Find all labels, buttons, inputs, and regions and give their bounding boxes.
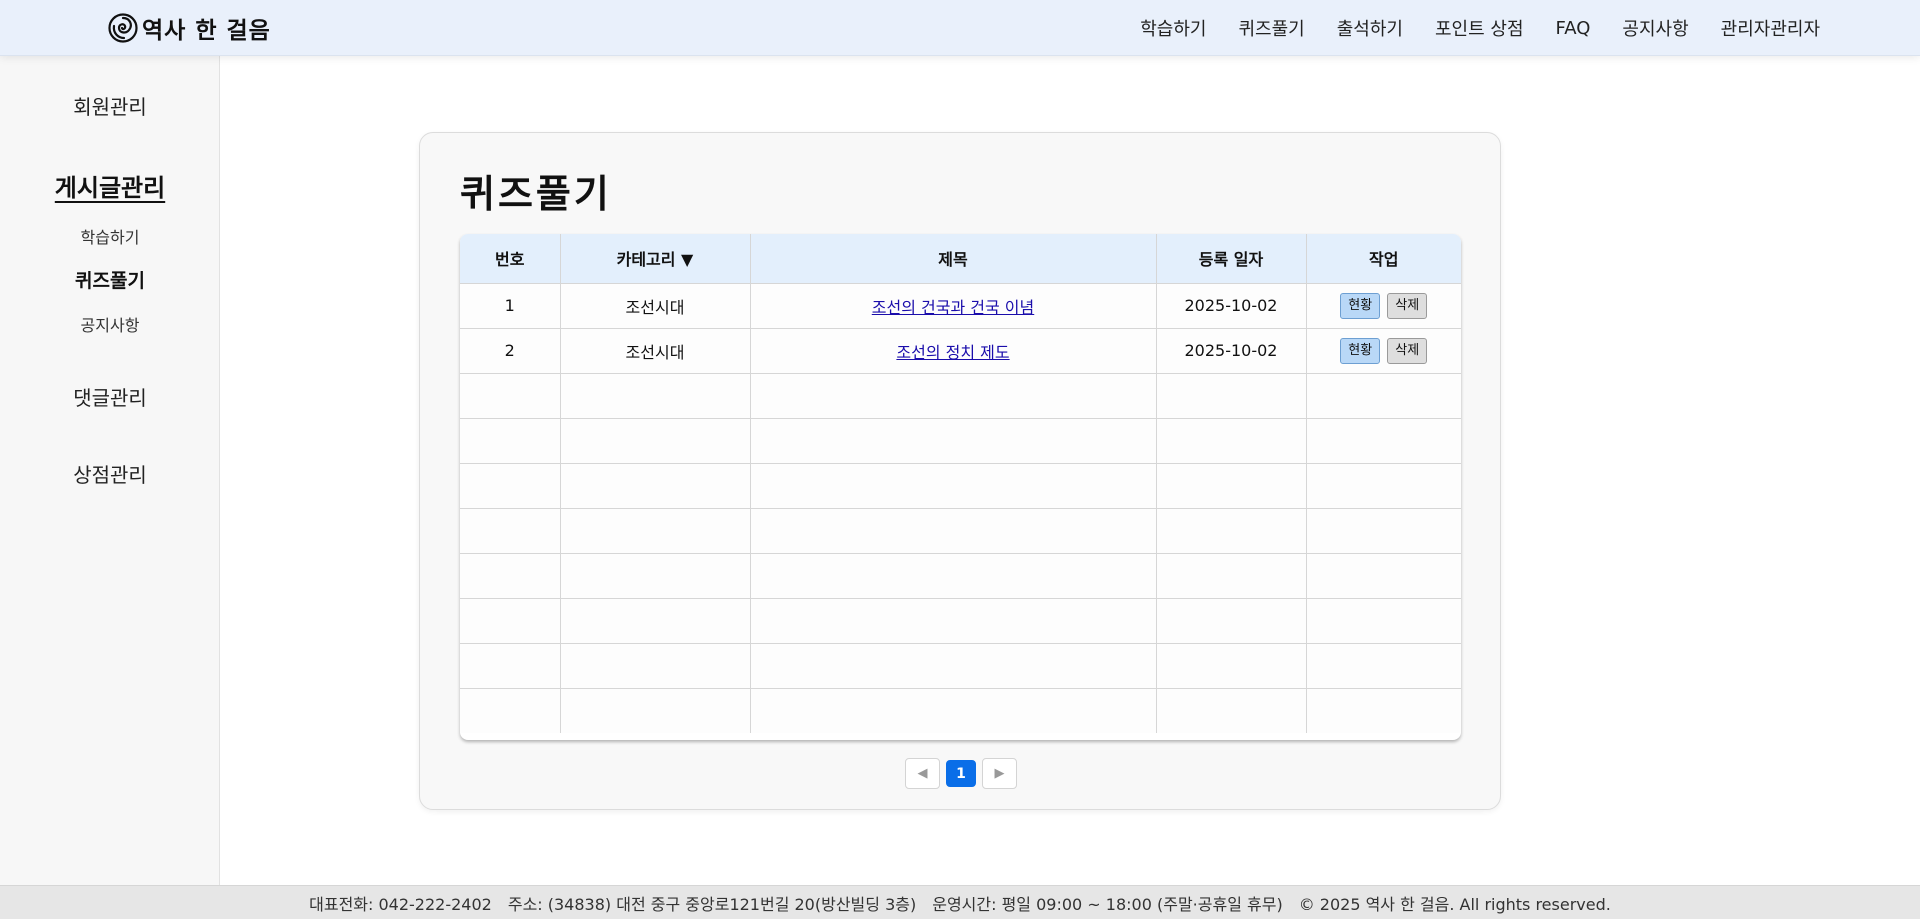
col-header-date: 등록 일자 (1155, 234, 1307, 284)
sidebar-item-member[interactable]: 회원관리 (0, 91, 220, 120)
cell-actions: 현황 삭제 (1305, 327, 1461, 374)
nav-learn[interactable]: 학습하기 (1140, 15, 1206, 41)
empty-table-row (460, 597, 1461, 644)
logo-swirl-icon (108, 13, 138, 43)
prev-page-button[interactable]: ◀ (905, 758, 940, 789)
status-button[interactable]: 현황 (1340, 337, 1381, 364)
pagination: ◀ 1 ▶ (905, 758, 1017, 790)
quiz-table: 번호 카테고리 ▼ 제목 등록 일자 작업 1 조선시대 조선의 건국과 건국 … (460, 234, 1461, 733)
empty-table-row (460, 462, 1461, 509)
empty-table-row (460, 642, 1461, 689)
col-header-number: 번호 (460, 234, 561, 284)
sidebar-subitem-learn[interactable]: 학습하기 (0, 224, 220, 248)
top-header: 역사 한 걸음 학습하기 퀴즈풀기 출석하기 포인트 상점 FAQ 공지사항 관… (0, 0, 1920, 56)
page-number-button[interactable]: 1 (946, 760, 976, 787)
quiz-table-container: 번호 카테고리 ▼ 제목 등록 일자 작업 1 조선시대 조선의 건국과 건국 … (460, 234, 1461, 740)
empty-table-row (460, 372, 1461, 419)
status-button[interactable]: 현황 (1340, 292, 1381, 319)
col-header-title: 제목 (749, 234, 1157, 284)
cell-date: 2025-10-02 (1155, 327, 1307, 374)
cell-category: 조선시대 (559, 327, 751, 374)
main-nav: 학습하기 퀴즈풀기 출석하기 포인트 상점 FAQ 공지사항 관리자관리자 (1140, 0, 1820, 56)
sidebar-subitem-quiz[interactable]: 퀴즈풀기 (0, 266, 220, 293)
nav-faq[interactable]: FAQ (1556, 18, 1591, 39)
empty-table-row (460, 552, 1461, 599)
cell-date: 2025-10-02 (1155, 282, 1307, 329)
logo-text: 역사 한 걸음 (142, 18, 271, 44)
col-header-action: 작업 (1305, 234, 1461, 284)
quiz-list-card: 퀴즈풀기 번호 카테고리 ▼ 제목 등록 일자 작업 1 조선시대 조선의 건국… (419, 132, 1501, 810)
quiz-title-link[interactable]: 조선의 건국과 건국 이념 (872, 298, 1034, 317)
next-page-button[interactable]: ▶ (982, 758, 1017, 789)
cell-title: 조선의 정치 제도 (749, 327, 1157, 374)
cell-actions: 현황 삭제 (1305, 282, 1461, 329)
page-title: 퀴즈풀기 (460, 172, 612, 216)
empty-table-row (460, 417, 1461, 464)
nav-point-shop[interactable]: 포인트 상점 (1435, 15, 1524, 41)
cell-number: 1 (460, 282, 561, 329)
sidebar-item-posts[interactable]: 게시글관리 (0, 168, 220, 203)
nav-admin[interactable]: 관리자관리자 (1721, 15, 1820, 41)
table-row: 1 조선시대 조선의 건국과 건국 이념 2025-10-02 현황 삭제 (460, 282, 1461, 329)
footer-address: 주소: (34838) 대전 중구 중앙로121번길 20(방산빌딩 3층) (507, 894, 917, 914)
nav-attendance[interactable]: 출석하기 (1337, 15, 1403, 41)
site-footer: 대표전화: 042-222-2402 주소: (34838) 대전 중구 중앙로… (0, 885, 1920, 919)
admin-sidebar: 회원관리 게시글관리 학습하기 퀴즈풀기 공지사항 댓글관리 상점관리 (0, 56, 220, 885)
table-row: 2 조선시대 조선의 정치 제도 2025-10-02 현황 삭제 (460, 327, 1461, 374)
sidebar-item-shop[interactable]: 상점관리 (0, 459, 220, 488)
table-header-row: 번호 카테고리 ▼ 제목 등록 일자 작업 (460, 234, 1461, 284)
sidebar-subitem-notice[interactable]: 공지사항 (0, 312, 220, 336)
col-header-category-filter[interactable]: 카테고리 ▼ (559, 234, 751, 284)
cell-category: 조선시대 (559, 282, 751, 329)
footer-copyright: © 2025 역사 한 걸음. All rights reserved. (1298, 894, 1611, 914)
quiz-title-link[interactable]: 조선의 정치 제도 (896, 343, 1009, 362)
cell-number: 2 (460, 327, 561, 374)
site-logo[interactable]: 역사 한 걸음 (108, 11, 271, 45)
empty-table-row (460, 687, 1461, 733)
delete-button[interactable]: 삭제 (1387, 337, 1428, 364)
footer-phone: 대표전화: 042-222-2402 (309, 894, 492, 914)
footer-hours: 운영시간: 평일 09:00 ~ 18:00 (주말·공휴일 휴무) (932, 894, 1283, 914)
nav-notice[interactable]: 공지사항 (1622, 15, 1688, 41)
nav-quiz[interactable]: 퀴즈풀기 (1238, 15, 1304, 41)
delete-button[interactable]: 삭제 (1387, 292, 1428, 319)
cell-title: 조선의 건국과 건국 이념 (749, 282, 1157, 329)
empty-table-row (460, 507, 1461, 554)
sidebar-item-comments[interactable]: 댓글관리 (0, 382, 220, 411)
